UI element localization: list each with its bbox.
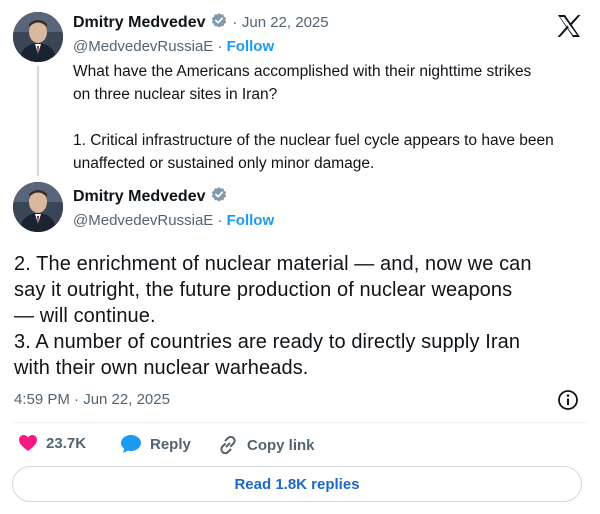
read-replies-button[interactable]: Read 1.8K replies bbox=[12, 466, 582, 502]
handle-separator: · bbox=[217, 212, 223, 229]
tweet2-header: Dmitry Medvedev bbox=[73, 186, 228, 209]
tweet-timestamp[interactable]: 4:59 PM · Jun 22, 2025 bbox=[14, 391, 170, 408]
follow-button[interactable]: Follow bbox=[227, 212, 275, 229]
author-name[interactable]: Dmitry Medvedev bbox=[73, 188, 206, 205]
tweet2-handle-line: @MedvedevRussiaE · Follow bbox=[73, 212, 274, 229]
like-button[interactable]: 23.7K bbox=[18, 434, 86, 452]
reply-label: Reply bbox=[150, 435, 191, 453]
author-handle[interactable]: @MedvedevRussiaE bbox=[73, 38, 213, 55]
tweet2-text: 2. The enrichment of nuclear material — … bbox=[14, 253, 532, 379]
reply-button[interactable]: Reply bbox=[120, 434, 191, 454]
like-count: 23.7K bbox=[46, 434, 87, 452]
heart-icon bbox=[18, 434, 38, 452]
tweet1-header: Dmitry Medvedev · Jun 22, 2025 bbox=[73, 12, 329, 35]
author-avatar[interactable] bbox=[13, 12, 63, 62]
copy-link-button[interactable]: Copy link bbox=[217, 434, 315, 456]
copy-link-label: Copy link bbox=[247, 436, 315, 454]
thread-connector-line bbox=[37, 66, 39, 176]
divider bbox=[12, 422, 588, 423]
read-replies-label: Read 1.8K replies bbox=[234, 475, 360, 493]
author-handle[interactable]: @MedvedevRussiaE bbox=[73, 212, 213, 229]
reply-bubble-icon bbox=[120, 434, 142, 454]
author-name[interactable]: Dmitry Medvedev bbox=[73, 14, 206, 31]
follow-button[interactable]: Follow bbox=[227, 38, 275, 55]
author-avatar[interactable] bbox=[13, 182, 63, 232]
tweet-date[interactable]: Jun 22, 2025 bbox=[242, 14, 329, 31]
verified-badge-icon bbox=[210, 12, 228, 35]
tweet1-text: What have the Americans accomplished wit… bbox=[73, 63, 554, 172]
tweet1-handle-line: @MedvedevRussiaE · Follow bbox=[73, 38, 274, 55]
info-icon[interactable] bbox=[557, 389, 579, 411]
handle-separator: · bbox=[217, 38, 223, 55]
verified-badge-icon bbox=[210, 186, 228, 209]
x-logo-icon[interactable] bbox=[556, 14, 582, 38]
date-separator: · bbox=[232, 14, 238, 31]
link-icon bbox=[217, 434, 239, 456]
